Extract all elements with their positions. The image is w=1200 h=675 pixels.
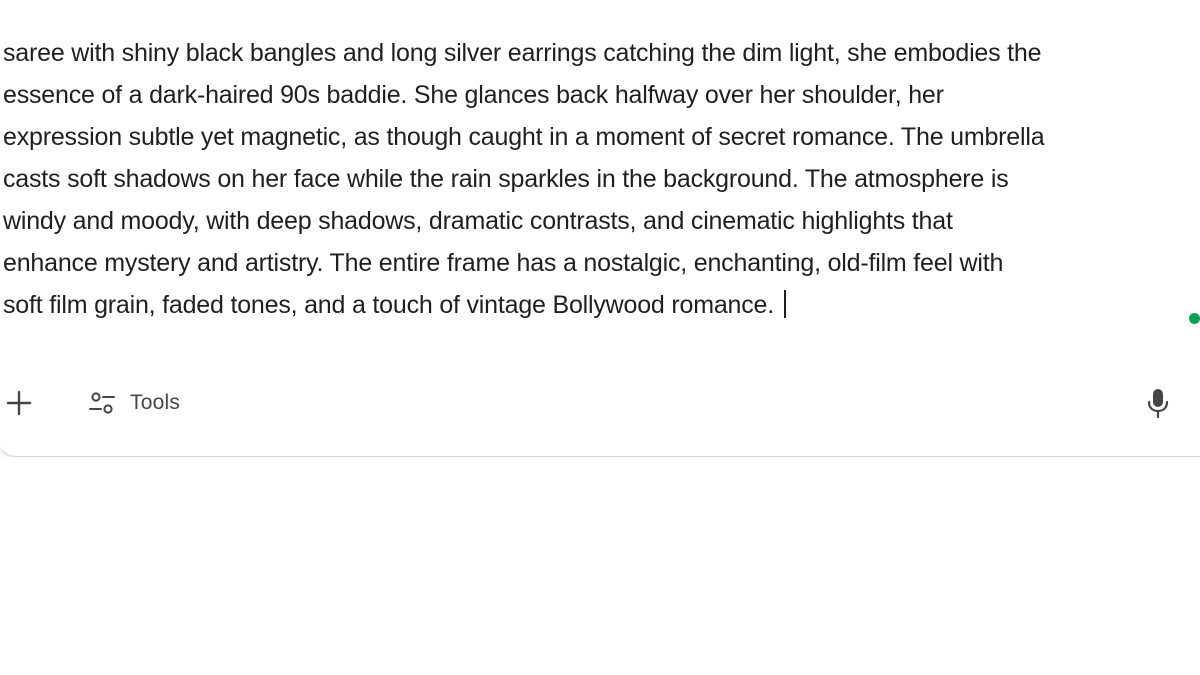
prompt-line: saree with shiny black bangles and long … [3, 39, 1042, 67]
add-button[interactable] [2, 386, 36, 420]
prompt-last-line: soft film grain, faded tones, and a touc… [3, 284, 1200, 326]
plus-icon [6, 390, 32, 416]
prompt-line: enhance mystery and artistry. The entire… [3, 249, 1004, 277]
prompt-line: expression subtle yet magnetic, as thoug… [3, 123, 1045, 151]
prompt-toolbar: Tools [0, 380, 1200, 428]
prompt-line: casts soft shadows on her face while the… [3, 165, 1009, 193]
status-dot [1189, 313, 1200, 324]
prompt-line: windy and moody, with deep shadows, dram… [3, 207, 953, 235]
tools-button[interactable]: Tools [82, 386, 186, 420]
prompt-line: soft film grain, faded tones, and a touc… [3, 291, 774, 319]
text-cursor [783, 290, 786, 318]
empty-content-area [0, 457, 1200, 675]
tools-label: Tools [130, 391, 181, 414]
tools-sliders-icon [88, 389, 116, 417]
prompt-line: essence of a dark-haired 90s baddie. She… [3, 81, 944, 109]
gemini-prompt-screen: saree with shiny black bangles and long … [0, 0, 1200, 675]
prompt-textarea[interactable]: saree with shiny black bangles and long … [3, 32, 1200, 326]
microphone-icon [1144, 387, 1172, 419]
microphone-button[interactable] [1140, 384, 1176, 422]
